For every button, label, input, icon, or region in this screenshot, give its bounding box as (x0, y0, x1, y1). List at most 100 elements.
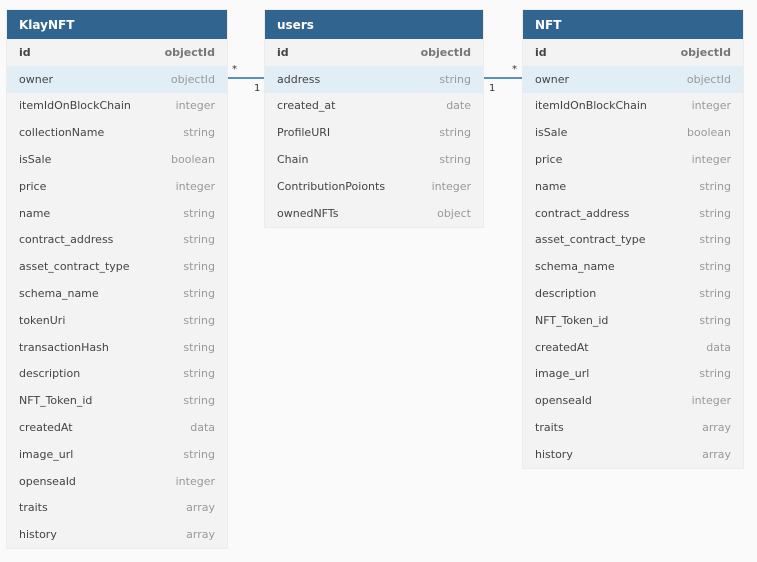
field-type: string (439, 153, 471, 167)
field-row[interactable]: contract_address string (523, 200, 743, 227)
field-name: transactionHash (19, 340, 109, 354)
field-type: date (446, 99, 471, 113)
field-row[interactable]: price integer (7, 173, 227, 200)
field-name: address (277, 72, 321, 86)
field-type: integer (691, 394, 731, 408)
field-name: ownedNFTs (277, 206, 339, 220)
field-row[interactable]: NFT_Token_id string (7, 387, 227, 414)
field-row[interactable]: NFT_Token_id string (523, 307, 743, 334)
field-name: traits (535, 421, 564, 435)
cardinality-users-one-left: 1 (254, 83, 260, 94)
field-list: id objectId owner objectId itemIdOnBlockChai… (7, 39, 227, 548)
field-type: array (186, 528, 215, 542)
field-row[interactable]: address string (265, 65, 483, 93)
field-list: id objectId owner objectId itemIdOnBlockChai… (523, 39, 743, 468)
field-row[interactable]: created_at date (265, 93, 483, 120)
field-name: NFT_Token_id (535, 313, 609, 327)
table-header[interactable]: KlayNFT (7, 10, 227, 39)
field-type: string (439, 126, 471, 140)
field-row[interactable]: schema_name string (7, 280, 227, 307)
field-row[interactable]: itemIdOnBlockChain integer (523, 93, 743, 120)
field-row[interactable]: tokenUri string (7, 307, 227, 334)
field-row[interactable]: name string (523, 173, 743, 200)
field-name: description (535, 287, 597, 301)
field-type: string (183, 313, 215, 327)
field-row[interactable]: description string (523, 280, 743, 307)
field-row[interactable]: price integer (523, 146, 743, 173)
field-name: description (19, 367, 81, 381)
field-row[interactable]: openseaId integer (523, 387, 743, 414)
field-name: owner (19, 72, 53, 86)
table-nft[interactable]: NFT id objectId owner objectId itemIdOnBlock… (523, 10, 743, 468)
field-row[interactable]: transactionHash string (7, 334, 227, 361)
field-name: ContributionPoionts (277, 179, 386, 193)
field-row[interactable]: owner objectId (7, 65, 227, 93)
field-name: isSale (19, 153, 52, 167)
field-type: string (699, 206, 731, 220)
field-type: string (183, 126, 215, 140)
field-name: Chain (277, 153, 309, 167)
field-row[interactable]: createdAt data (7, 414, 227, 441)
field-name: schema_name (19, 287, 99, 301)
field-row[interactable]: image_url string (7, 441, 227, 468)
field-row[interactable]: name string (7, 200, 227, 227)
field-type: array (702, 421, 731, 435)
field-row[interactable]: description string (7, 361, 227, 388)
field-type: objectId (420, 45, 471, 59)
field-row[interactable]: traits array (523, 414, 743, 441)
field-name: name (535, 179, 567, 193)
field-type: objectId (686, 72, 731, 86)
table-users[interactable]: users id objectId address string created_at d… (265, 10, 483, 227)
field-row[interactable]: ownedNFTs object (265, 200, 483, 227)
primary-key-row[interactable]: id objectId (523, 39, 743, 66)
field-type: object (437, 206, 471, 220)
field-type: string (183, 367, 215, 381)
field-type: data (706, 340, 731, 354)
field-type: string (183, 394, 215, 408)
cardinality-users-one-right: 1 (489, 83, 495, 94)
primary-key-row[interactable]: id objectId (7, 39, 227, 66)
field-row[interactable]: history array (523, 441, 743, 468)
field-name: itemIdOnBlockChain (19, 99, 131, 113)
table-title: NFT (535, 17, 562, 32)
field-name: schema_name (535, 260, 615, 274)
field-name: created_at (277, 99, 336, 113)
field-type: string (699, 367, 731, 381)
field-row[interactable]: asset_contract_type string (523, 227, 743, 254)
field-type: integer (175, 474, 215, 488)
field-name: name (19, 206, 51, 220)
field-row[interactable]: ProfileURI string (265, 119, 483, 146)
field-row[interactable]: isSale boolean (523, 119, 743, 146)
field-row[interactable]: contract_address string (7, 227, 227, 254)
field-row[interactable]: openseaId integer (7, 468, 227, 495)
field-type: objectId (170, 72, 215, 86)
primary-key-row[interactable]: id objectId (265, 39, 483, 66)
field-row[interactable]: history array (7, 521, 227, 548)
field-name: asset_contract_type (19, 260, 130, 274)
table-title: users (277, 17, 314, 32)
field-type: integer (175, 99, 215, 113)
field-type: string (699, 233, 731, 247)
field-row[interactable]: itemIdOnBlockChain integer (7, 93, 227, 120)
field-row[interactable]: owner objectId (523, 65, 743, 93)
field-name: createdAt (19, 421, 73, 435)
field-name: contract_address (19, 233, 114, 247)
field-row[interactable]: asset_contract_type string (7, 253, 227, 280)
field-name: history (535, 447, 573, 461)
field-type: string (183, 340, 215, 354)
field-row[interactable]: traits array (7, 495, 227, 522)
field-row[interactable]: image_url string (523, 361, 743, 388)
field-row[interactable]: schema_name string (523, 253, 743, 280)
field-type: objectId (164, 45, 215, 59)
field-type: integer (431, 179, 471, 193)
field-row[interactable]: createdAt data (523, 334, 743, 361)
table-header[interactable]: users (265, 10, 483, 39)
table-header[interactable]: NFT (523, 10, 743, 39)
field-row[interactable]: Chain string (265, 146, 483, 173)
field-type: data (190, 421, 215, 435)
field-type: string (699, 287, 731, 301)
field-row[interactable]: isSale boolean (7, 146, 227, 173)
table-klaynft[interactable]: KlayNFT id objectId owner objectId itemIdOnB… (7, 10, 227, 549)
field-row[interactable]: ContributionPoionts integer (265, 173, 483, 200)
field-row[interactable]: collectionName string (7, 119, 227, 146)
